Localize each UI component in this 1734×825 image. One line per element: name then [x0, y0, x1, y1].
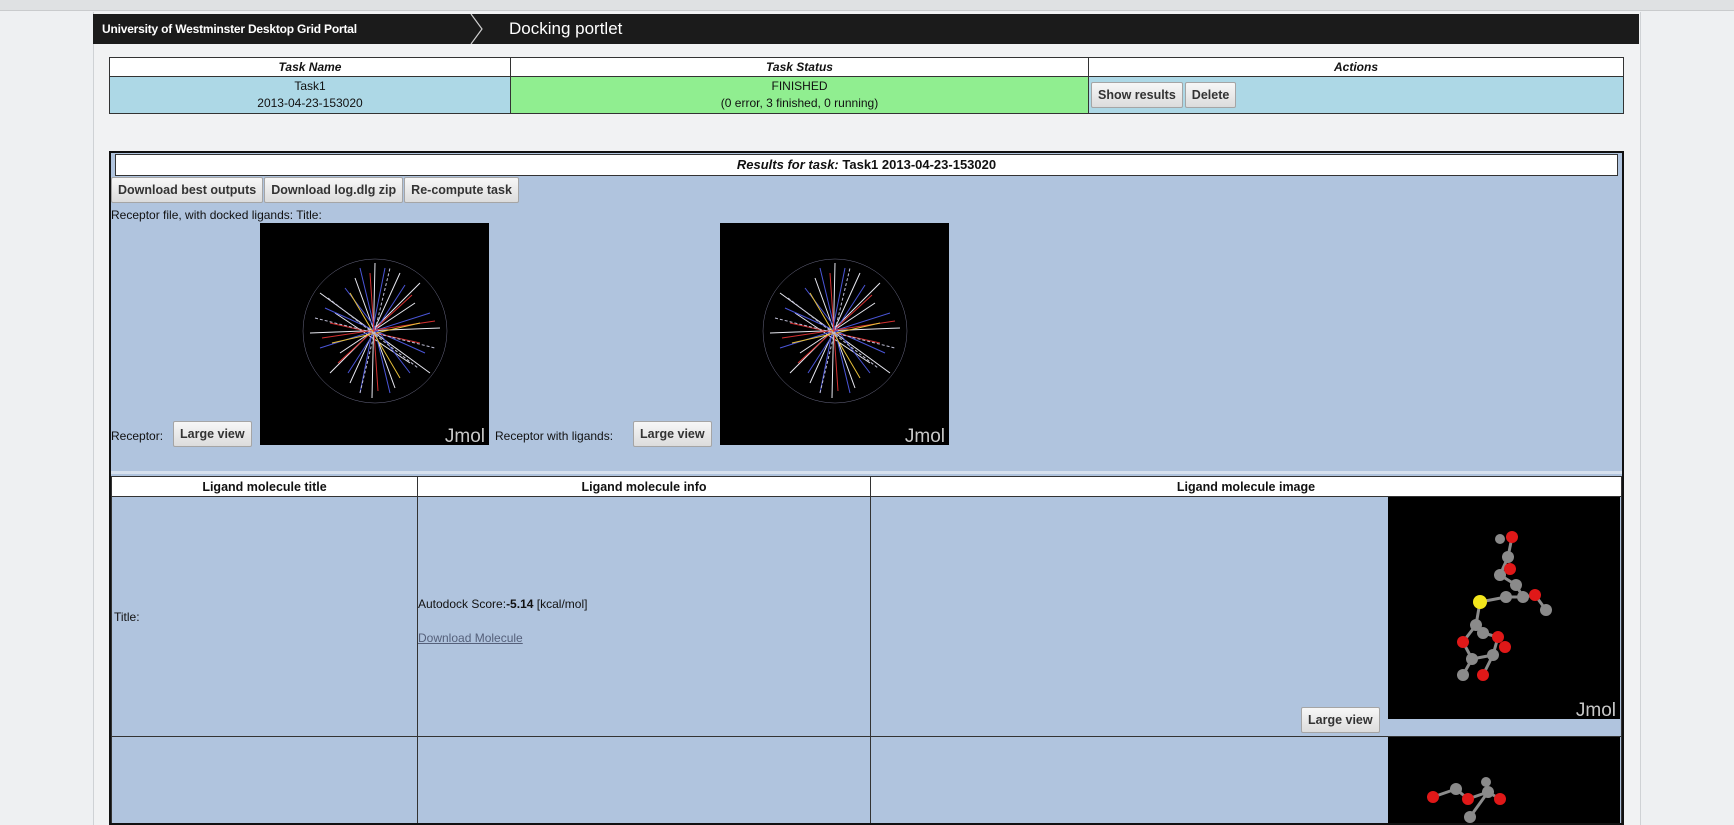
column-header-task-name: Task Name: [109, 57, 511, 77]
receptor-with-ligands-molecule-icon: [762, 258, 908, 404]
ligand-molecule-icon: [1457, 531, 1552, 681]
ligand-info-cell: Autodock Score:-5.14 [kcal/mol] Download…: [417, 496, 871, 737]
delete-task-button[interactable]: Delete: [1184, 82, 1237, 108]
jmol-watermark: Jmol: [904, 426, 945, 445]
ligand-molecule-icon: [1427, 777, 1506, 823]
receptor-with-ligands-label: Receptor with ligands:: [495, 429, 614, 443]
task-name-cell: Task1 2013-04-23-153020: [109, 76, 511, 114]
ligand-jmol-viewer[interactable]: [1388, 737, 1620, 823]
task-name: Task1: [294, 79, 326, 93]
results-title: Results for task: Task1 2013-04-23-15302…: [115, 154, 1618, 176]
tasks-table: Task Name Task Status Actions Task1 2013…: [109, 57, 1624, 114]
jmol-watermark: Jmol: [1575, 700, 1616, 719]
ligand-title-cell: Title:: [111, 496, 418, 737]
table-row: Title: Autodock Score:-5.14 [kcal/mol] D…: [111, 496, 1622, 737]
score-label: Autodock Score:: [418, 596, 507, 611]
receptor-file-label: Receptor file, with docked ligands: Titl…: [111, 208, 322, 222]
receptor-ligands-jmol-viewer[interactable]: Jmol: [720, 223, 949, 445]
breadcrumb-separator-icon: [470, 14, 483, 44]
receptor-molecule-icon: [302, 258, 448, 404]
section-divider: [111, 471, 1622, 474]
score-value: -5.14: [506, 596, 534, 611]
results-title-prefix: Results for task:: [736, 157, 839, 172]
column-header-ligand-title: Ligand molecule title: [111, 476, 418, 497]
download-best-outputs-button[interactable]: Download best outputs: [111, 177, 264, 203]
ligand-image-cell: [870, 736, 1622, 823]
receptor-jmol-viewer[interactable]: Jmol: [260, 223, 489, 445]
ligand-jmol-viewer[interactable]: Jmol: [1388, 497, 1620, 719]
task-status-cell: FINISHED (0 error, 3 finished, 0 running…: [510, 76, 1089, 114]
show-results-button[interactable]: Show results: [1091, 82, 1183, 108]
results-panel: Results for task: Task1 2013-04-23-15302…: [109, 151, 1624, 825]
ligand-table: Ligand molecule title Ligand molecule in…: [111, 476, 1622, 823]
ligand-title-cell: [111, 736, 418, 823]
breadcrumb-current-page: Docking portlet: [509, 19, 623, 38]
column-header-task-status: Task Status: [510, 57, 1089, 77]
breadcrumb: University of Westminster Desktop Grid P…: [93, 14, 1639, 44]
status-badge: FINISHED: [771, 79, 828, 93]
column-header-actions: Actions: [1088, 57, 1624, 77]
task-date: 2013-04-23-153020: [257, 96, 363, 110]
recompute-task-button[interactable]: Re-compute task: [404, 177, 519, 203]
table-row: Task1 2013-04-23-153020 FINISHED (0 erro…: [109, 76, 1624, 114]
receptor-ligands-large-view-button[interactable]: Large view: [633, 421, 712, 447]
ligand-image-cell: Large view Jmol: [870, 496, 1622, 737]
autodock-score: Autodock Score:-5.14 [kcal/mol]: [418, 597, 870, 611]
browser-top-strip: [0, 0, 1734, 11]
jmol-watermark: Jmol: [444, 426, 485, 445]
table-row: [111, 736, 1622, 823]
download-log-zip-button[interactable]: Download log.dlg zip: [264, 177, 404, 203]
receptor-label: Receptor:: [111, 429, 164, 443]
status-detail: (0 error, 3 finished, 0 running): [720, 96, 879, 110]
ligand-info-cell: [417, 736, 871, 823]
breadcrumb-portal-link[interactable]: University of Westminster Desktop Grid P…: [102, 22, 357, 36]
download-molecule-link[interactable]: Download Molecule: [418, 631, 523, 645]
score-unit: [kcal/mol]: [536, 596, 588, 611]
results-title-task: Task1 2013-04-23-153020: [842, 157, 997, 172]
ligand-large-view-button[interactable]: Large view: [1301, 707, 1380, 733]
column-header-ligand-image: Ligand molecule image: [870, 476, 1622, 497]
actions-cell: Show results Delete: [1088, 76, 1624, 114]
results-toolbar: Download best outputs Download log.dlg zi…: [111, 177, 519, 203]
ligand-title: Title:: [114, 609, 140, 624]
receptor-large-view-button[interactable]: Large view: [173, 421, 252, 447]
column-header-ligand-info: Ligand molecule info: [417, 476, 871, 497]
